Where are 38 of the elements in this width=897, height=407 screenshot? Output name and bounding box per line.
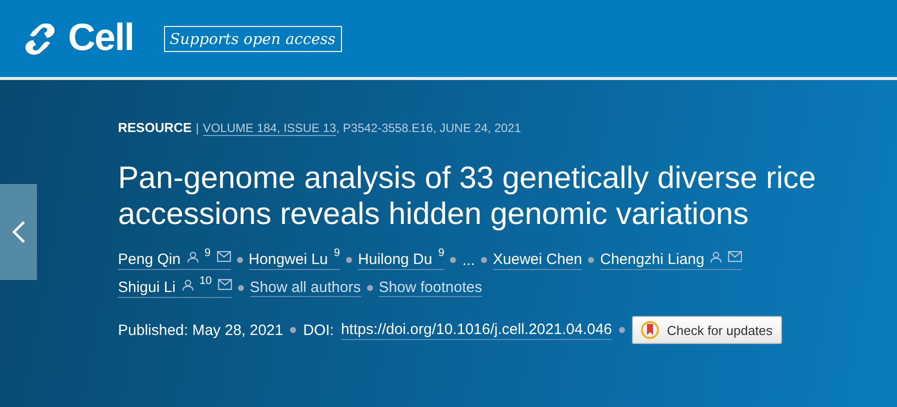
separator-dot bbox=[588, 257, 594, 263]
email-icon bbox=[218, 278, 232, 290]
issue-link[interactable]: VOLUME 184, ISSUE 13 bbox=[202, 121, 336, 136]
article-title: Pan-genome analysis of 33 genetically diverse rice accessions reveals hidden genomic variations bbox=[118, 160, 817, 232]
person-icon bbox=[182, 278, 194, 290]
citation: , P3542-3558.E16, JUNE 24, 2021 bbox=[336, 121, 522, 136]
doi-label: DOI: bbox=[303, 322, 334, 338]
author-link[interactable]: Chengzhi Liang bbox=[600, 250, 742, 270]
separator-dot bbox=[619, 327, 626, 333]
divider: | bbox=[196, 121, 199, 135]
published-date: Published: May 28, 2021 bbox=[118, 322, 284, 338]
person-icon bbox=[186, 250, 199, 262]
email-icon bbox=[216, 250, 231, 262]
article-type: RESOURCE bbox=[118, 120, 192, 135]
separator-dot bbox=[480, 257, 487, 263]
separator-dot bbox=[366, 285, 373, 291]
open-access-badge: Supports open access bbox=[164, 26, 342, 52]
ellipsis: ... bbox=[462, 252, 475, 268]
separator-dot bbox=[290, 327, 296, 333]
separator-dot bbox=[238, 285, 244, 291]
brand-name: Cell bbox=[68, 17, 134, 60]
chevron-left-icon bbox=[12, 220, 26, 244]
author-link[interactable]: Huilong Du 9 bbox=[358, 250, 444, 270]
separator-dot bbox=[236, 257, 243, 263]
author-link[interactable]: Shigui Li 10 bbox=[118, 278, 232, 298]
toggle-link[interactable]: Show footnotes bbox=[378, 279, 482, 297]
bookmark-icon bbox=[641, 321, 660, 339]
doi-link[interactable]: https://doi.org/10.1016/j.cell.2021.04.046 bbox=[340, 320, 612, 340]
check-updates-button[interactable]: Check for updates bbox=[632, 316, 782, 344]
author-link[interactable]: Peng Qin 9 bbox=[118, 250, 231, 270]
author-link[interactable]: Xuewei Chen bbox=[492, 250, 582, 270]
email-icon bbox=[728, 250, 742, 262]
person-icon bbox=[710, 250, 722, 262]
separator-dot bbox=[450, 257, 456, 263]
toggle-link[interactable]: Show all authors bbox=[250, 279, 361, 297]
author-link[interactable]: Hongwei Lu 9 bbox=[248, 250, 340, 270]
separator-dot bbox=[346, 257, 352, 263]
previous-button[interactable] bbox=[0, 184, 37, 280]
